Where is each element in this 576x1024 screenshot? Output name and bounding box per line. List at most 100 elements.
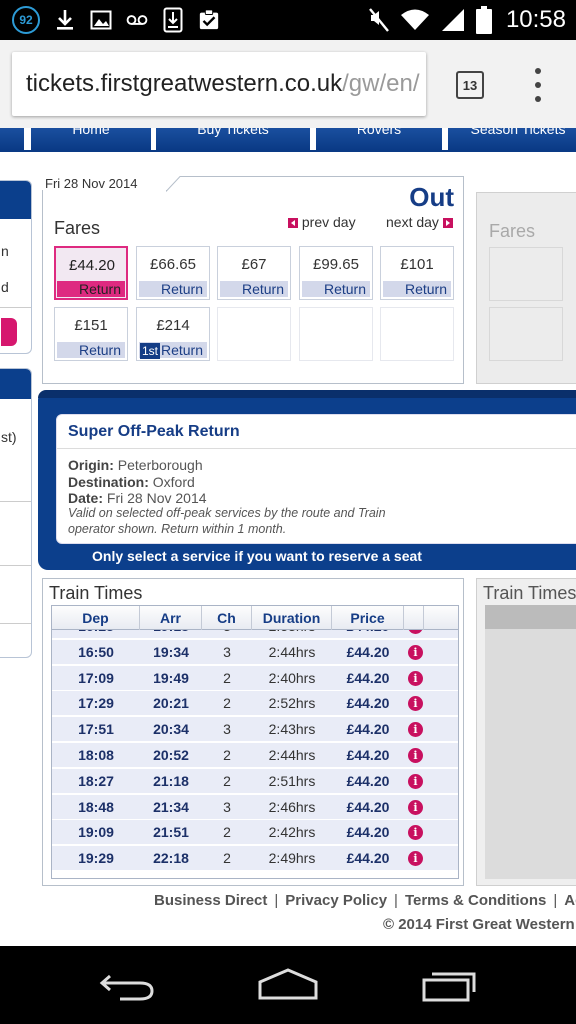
cell-arr: 19:18	[140, 630, 202, 639]
cell-changes: 2	[223, 747, 231, 763]
cell-dep: 17:29	[78, 695, 114, 712]
cell-dep: 18:08	[78, 747, 114, 763]
recent-apps-icon[interactable]	[418, 966, 482, 1006]
fare-option[interactable]: £101 Return	[380, 246, 454, 300]
table-row[interactable]: 16:50 19:34 3 2:44hrs £44.20 i	[52, 639, 458, 665]
direction-label: Out	[409, 182, 454, 212]
next-day-link[interactable]: next day	[386, 214, 453, 230]
cell-duration: 2:49hrs	[268, 850, 316, 867]
divider	[0, 501, 31, 502]
info-icon[interactable]: i	[408, 644, 423, 660]
fare-type-tag: Return	[57, 342, 125, 358]
footer-link-accessibility[interactable]: Ac	[564, 892, 576, 909]
cell-changes: 2	[223, 695, 231, 712]
download-icon	[54, 8, 76, 32]
fare-type-label: Return	[160, 342, 203, 358]
cell-dep: 18:27	[78, 772, 114, 789]
fare-option[interactable]: £44.20 Return	[54, 246, 128, 300]
return-table-header	[485, 605, 576, 629]
fare-option[interactable]: £214 1st Return	[136, 307, 210, 361]
fare-type-tag: Return	[220, 281, 288, 297]
cell-duration: 2:44hrs	[268, 747, 316, 763]
signal-icon	[440, 8, 466, 32]
table-row[interactable]: 16:2519:1832:53hrs£44.20 i	[52, 630, 458, 639]
nav-tab-label: Buy Tickets	[197, 128, 269, 137]
info-icon[interactable]: i	[408, 773, 423, 789]
footer-link-business-direct[interactable]: Business Direct	[154, 892, 267, 909]
fare-type-tag: Return	[139, 281, 207, 297]
table-row[interactable]: 17:29 20:21 2 2:52hrs £44.20 i	[52, 691, 458, 717]
table-row[interactable]: 17:09 19:49 2 2:40hrs £44.20 i	[52, 665, 458, 691]
prev-day-link[interactable]: prev day	[288, 214, 356, 230]
table-row[interactable]: 18:27 21:18 2 2:51hrs £44.20 i	[52, 768, 458, 794]
fare-option[interactable]: £151 Return	[54, 307, 128, 361]
clock-time: 10:58	[505, 6, 566, 33]
fares-title: Fares	[54, 218, 101, 238]
left-panel-fragment-2: st)	[0, 368, 32, 658]
arrow-left-icon	[288, 218, 298, 229]
back-icon[interactable]	[96, 966, 160, 1006]
destination-value: Oxford	[152, 474, 195, 490]
left-panel-header	[0, 181, 31, 219]
nav-tab-partial[interactable]	[0, 128, 24, 150]
nav-tab-rovers[interactable]: Rovers	[316, 128, 442, 150]
left-panel-text: d	[1, 279, 9, 295]
table-row[interactable]: 19:29 22:18 2 2:49hrs £44.20 i	[52, 846, 458, 872]
left-panel-button[interactable]	[1, 318, 17, 346]
home-icon[interactable]	[256, 966, 320, 1006]
ticket-name: Super Off-Peak Return	[68, 423, 240, 440]
fare-option[interactable]: £67 Return	[217, 246, 291, 300]
nav-tab-label: Rovers	[356, 128, 402, 137]
url-bar[interactable]: tickets.firstgreatwestern.co.uk/gw/en/	[12, 52, 426, 116]
fare-price: £66.65	[150, 256, 196, 273]
nav-tab-label: Season Tickets	[470, 128, 566, 137]
return-table-body	[485, 629, 576, 879]
table-row[interactable]: 19:09 21:51 2 2:42hrs £44.20 i	[52, 820, 458, 846]
cell-arr: 19:34	[153, 643, 189, 660]
nav-tab-season-tickets[interactable]: Season Tickets	[448, 128, 576, 150]
prev-day-label: prev day	[301, 214, 356, 230]
nav-tab-buy-tickets[interactable]: Buy Tickets	[156, 128, 310, 150]
overflow-menu-icon[interactable]	[530, 68, 546, 102]
status-bar: 92 10:58	[0, 0, 576, 40]
info-icon[interactable]: i	[408, 696, 423, 712]
nav-tab-home[interactable]: Home	[31, 128, 151, 150]
cell-arr: 21:34	[153, 798, 189, 815]
cell-arr: 21:18	[153, 772, 189, 789]
divider	[0, 565, 31, 566]
cell-price: £44.20	[346, 643, 390, 660]
train-times-table: Dep Arr Ch Duration Price 16:2519:1832:5…	[51, 605, 459, 879]
table-row[interactable]: 17:51 20:34 3 2:43hrs £44.20 i	[52, 717, 458, 743]
cell-duration: 2:46hrs	[268, 798, 316, 815]
footer-link-privacy-policy[interactable]: Privacy Policy	[285, 892, 387, 909]
footer-link-terms[interactable]: Terms & Conditions	[405, 892, 546, 909]
cell-price: £44.20	[346, 850, 390, 867]
cell-changes: 3	[202, 630, 252, 639]
cell-duration: 2:44hrs	[268, 643, 316, 660]
fare-option-empty	[217, 307, 291, 361]
info-icon[interactable]: i	[408, 799, 423, 815]
browser-toolbar: tickets.firstgreatwestern.co.uk/gw/en/ 1…	[0, 40, 576, 128]
cell-price: £44.20	[332, 630, 404, 639]
info-icon[interactable]: i	[408, 630, 423, 634]
image-icon	[90, 8, 112, 32]
table-body: 16:2519:1832:53hrs£44.20i16:5019:3432:44…	[52, 630, 458, 878]
return-train-times-panel: Train Times	[476, 578, 576, 886]
table-row[interactable]: 18:48 21:34 3 2:46hrs £44.20 i	[52, 794, 458, 820]
cell-duration: 2:51hrs	[268, 772, 316, 789]
info-icon[interactable]: i	[408, 722, 423, 738]
tab-switcher-button[interactable]: 13	[456, 71, 484, 99]
info-icon[interactable]: i	[408, 851, 423, 867]
info-icon[interactable]: i	[408, 748, 423, 763]
info-icon[interactable]: i	[408, 825, 423, 841]
date-label: Date:	[68, 490, 104, 506]
fare-option[interactable]: £99.65 Return	[299, 246, 373, 300]
cell-duration: 2:53hrs	[252, 630, 332, 639]
train-times-title: Train Times	[49, 583, 143, 603]
return-train-times-title: Train Times	[483, 583, 576, 603]
column-header-ch: Ch	[202, 606, 252, 630]
fare-option[interactable]: £66.65 Return	[136, 246, 210, 300]
info-icon[interactable]: i	[408, 670, 423, 686]
mute-icon	[368, 8, 390, 32]
table-row[interactable]: 18:08 20:52 2 2:44hrs £44.20 i	[52, 743, 458, 768]
